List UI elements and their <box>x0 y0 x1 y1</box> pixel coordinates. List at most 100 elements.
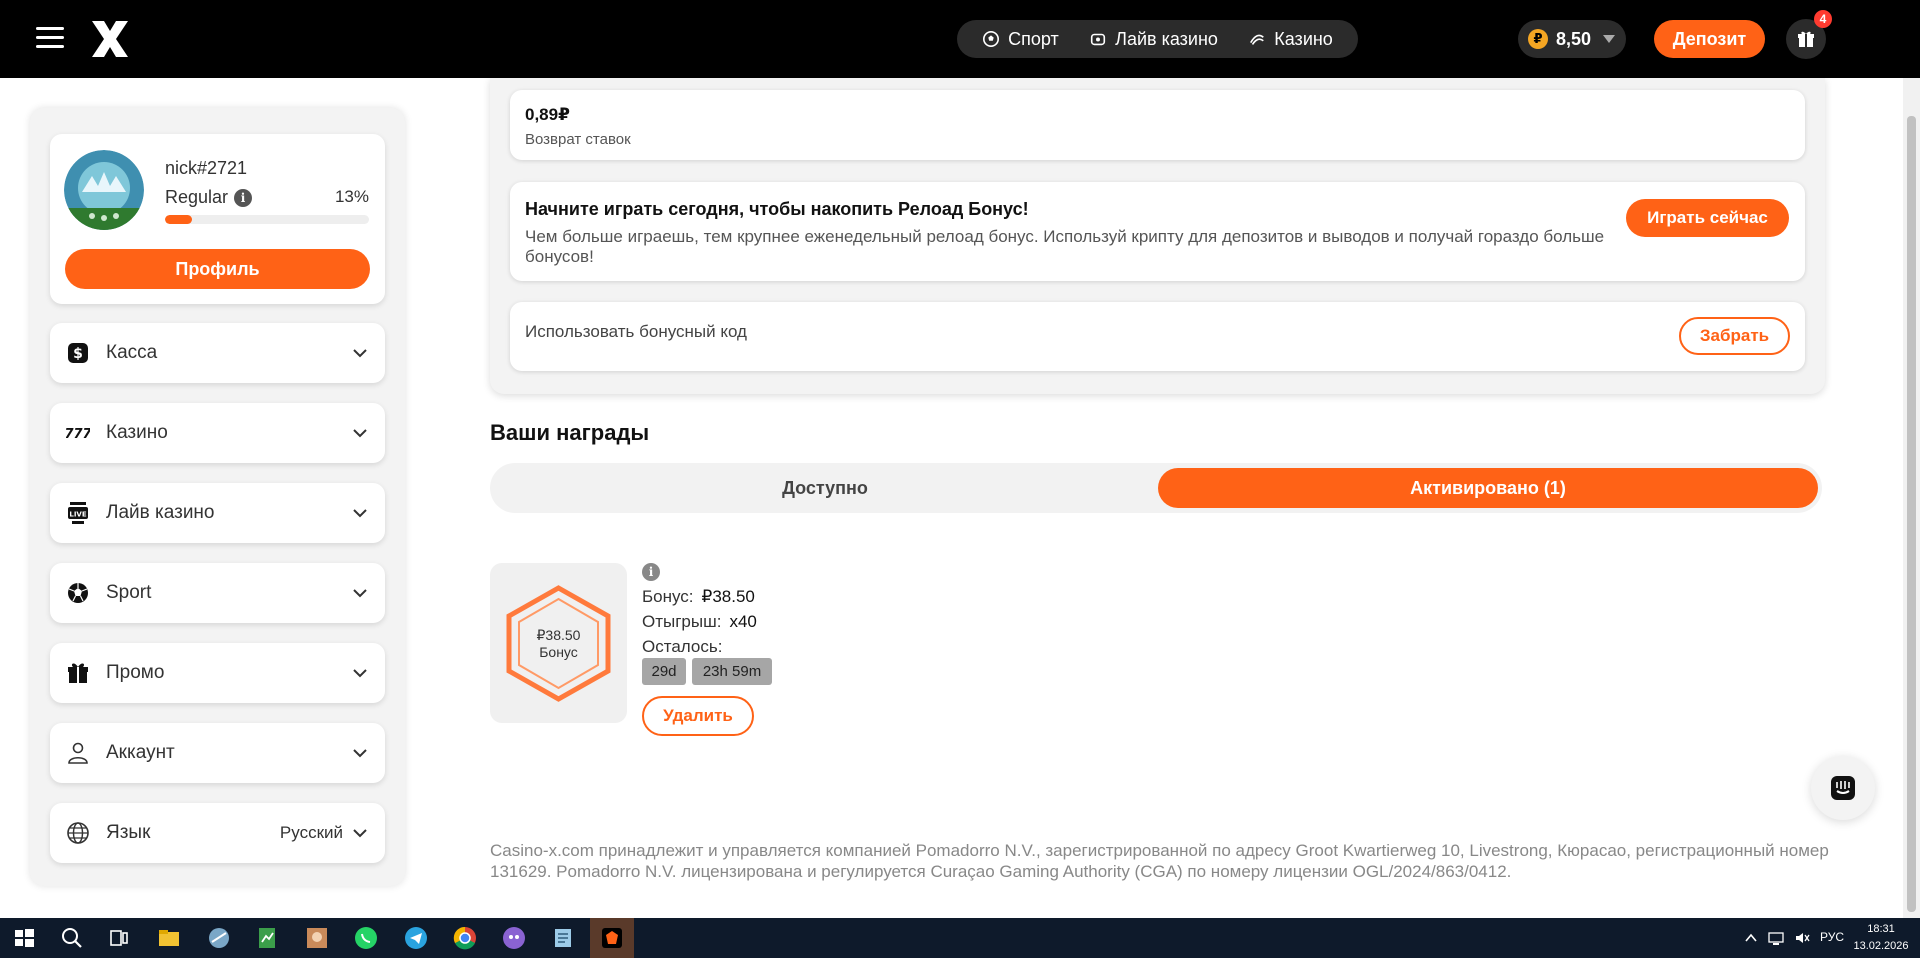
system-clock[interactable]: 18:31 13.02.2026 <box>1846 921 1916 955</box>
soccer-ball-icon <box>983 30 1000 48</box>
reward-remaining-label: Осталось: <box>642 637 723 656</box>
info-icon: i <box>642 563 660 581</box>
chevron-down-icon <box>353 749 367 758</box>
chrome-icon[interactable] <box>451 924 479 952</box>
caret-down-icon <box>1603 35 1616 43</box>
reload-bonus-title: Начните играть сегодня, чтобы накопить Р… <box>525 199 1029 219</box>
sidebar-item-label: Промо <box>106 662 165 683</box>
balance-value: 8,50 <box>1556 28 1592 49</box>
os-taskbar: РУС 18:31 13.02.2026 <box>0 918 1920 958</box>
tab-activated[interactable]: Активировано (1) <box>1158 468 1818 508</box>
profile-progress-percent: 13% <box>334 187 369 206</box>
rewards-tabs: Доступно Активировано (1) <box>490 463 1822 513</box>
whatsapp-icon[interactable] <box>352 924 380 952</box>
top-bar: Спорт Лайв казино Казино ₽ 8,50 Депозит … <box>0 0 1920 78</box>
support-chat-button[interactable] <box>1811 756 1875 820</box>
telegram-icon[interactable] <box>402 924 430 952</box>
chevron-down-icon <box>353 349 367 358</box>
menu-burger-icon[interactable] <box>36 27 64 49</box>
user-icon <box>68 742 88 764</box>
nav-live-casino[interactable]: Лайв казино <box>1089 29 1218 50</box>
profile-progress-bar <box>165 215 369 224</box>
nav-live-casino-label: Лайв казино <box>1115 28 1218 49</box>
chat-icon <box>1831 776 1855 800</box>
sidebar-item-label: Язык <box>106 822 151 843</box>
sidebar-item-promo[interactable]: Промо <box>50 643 385 703</box>
profile-button[interactable]: Профиль <box>65 249 370 289</box>
game-app-icon[interactable] <box>303 924 331 952</box>
soccer-ball-icon <box>68 583 88 603</box>
delete-reward-button[interactable]: Удалить <box>642 696 754 736</box>
task-view-icon[interactable] <box>105 924 133 952</box>
cashier-dollar-icon: $ <box>68 343 88 363</box>
svg-text:777: 777 <box>66 427 90 442</box>
gift-icon <box>1798 31 1814 47</box>
purple-app-icon[interactable] <box>500 924 528 952</box>
cashback-label: Возврат ставок <box>525 131 631 148</box>
site-logo-icon[interactable] <box>88 17 132 61</box>
slots-777-icon: 777 <box>66 427 90 442</box>
balance-selector[interactable]: ₽ 8,50 <box>1518 20 1626 58</box>
profile-level: Regular i <box>165 187 253 208</box>
search-icon[interactable] <box>58 924 86 952</box>
sidebar-item-live-casino[interactable]: LIVE Лайв казино <box>50 483 385 543</box>
footer-legal-text: Casino-x.com принадлежит и управляется к… <box>490 841 1829 881</box>
info-icon[interactable]: i <box>234 188 253 207</box>
tray-expand-icon[interactable] <box>1744 931 1758 945</box>
chevron-down-icon <box>353 669 367 678</box>
notes-app-icon[interactable] <box>549 924 577 952</box>
live-tv-icon: LIVE <box>68 502 88 524</box>
clock-time: 18:31 <box>1867 923 1895 935</box>
sidebar-item-label: Казино <box>106 422 168 443</box>
language-indicator[interactable]: РУС <box>1820 930 1844 944</box>
nav-casino[interactable]: Казино <box>1248 29 1333 50</box>
main-nav: Спорт Лайв казино Казино <box>957 20 1358 58</box>
page-scrollbar-thumb[interactable] <box>1907 116 1916 912</box>
remaining-time-chip: 23h 59m <box>692 658 772 685</box>
casino-icon <box>1250 34 1265 45</box>
svg-text:$: $ <box>73 346 83 362</box>
casino-browser-icon[interactable] <box>598 924 626 952</box>
spreadsheet-app-icon[interactable] <box>253 924 281 952</box>
windows-start-icon[interactable] <box>10 924 38 952</box>
file-explorer-icon[interactable] <box>155 924 183 952</box>
reward-wager-value: x40 <box>729 612 757 631</box>
gift-notification-badge: 4 <box>1814 10 1832 28</box>
reward-tile-label: Бонус <box>539 644 578 660</box>
promo-code-input[interactable] <box>525 318 1425 346</box>
volume-icon[interactable] <box>1794 930 1810 946</box>
globe-icon <box>67 822 89 844</box>
reward-tile-amount: ₽38.50 <box>536 627 581 643</box>
nav-sport-label: Спорт <box>1008 28 1059 49</box>
cashback-value: 0,89₽ <box>525 105 570 124</box>
clock-date: 13.02.2026 <box>1853 940 1909 952</box>
reward-wager-line: Отыгрыш: x40 <box>642 612 757 632</box>
deposit-button[interactable]: Депозит <box>1654 20 1765 58</box>
play-now-button[interactable]: Играть сейчас <box>1626 199 1789 237</box>
sidebar-item-language[interactable]: Язык Русский <box>50 803 385 863</box>
sidebar-item-label: Касса <box>106 342 158 363</box>
profile-nickname: nick#2721 <box>165 158 248 178</box>
avatar[interactable] <box>64 150 144 230</box>
reward-wager-label: Отыгрыш: <box>642 612 722 631</box>
remaining-days-chip: 29d <box>642 658 686 685</box>
reward-info-button[interactable]: i <box>642 563 662 583</box>
cashback-card: 0,89₽ Возврат ставок <box>510 90 1805 160</box>
sidebar-item-cashier[interactable]: $ Касса <box>50 323 385 383</box>
sidebar-item-sport[interactable]: Sport <box>50 563 385 623</box>
claim-button[interactable]: Забрать <box>1679 317 1790 355</box>
reload-bonus-description: Чем больше играешь, тем крупнее еженедел… <box>525 227 1605 266</box>
network-icon[interactable] <box>1768 930 1784 946</box>
sidebar-item-casino[interactable]: 777 Казино <box>50 403 385 463</box>
chevron-down-icon <box>353 589 367 598</box>
nav-sport[interactable]: Спорт <box>982 29 1059 50</box>
sidebar-item-label: Лайв казино <box>106 502 215 523</box>
reward-bonus-line: Бонус: ₽38.50 <box>642 587 755 607</box>
chevron-down-icon <box>353 509 367 518</box>
reward-tile: ₽38.50 Бонус <box>490 563 627 723</box>
language-current-value: Русский <box>279 823 343 842</box>
tab-available[interactable]: Доступно <box>495 468 1155 508</box>
reward-bonus-value: ₽38.50 <box>701 587 755 606</box>
app-icon[interactable] <box>205 924 233 952</box>
sidebar-item-account[interactable]: Аккаунт <box>50 723 385 783</box>
